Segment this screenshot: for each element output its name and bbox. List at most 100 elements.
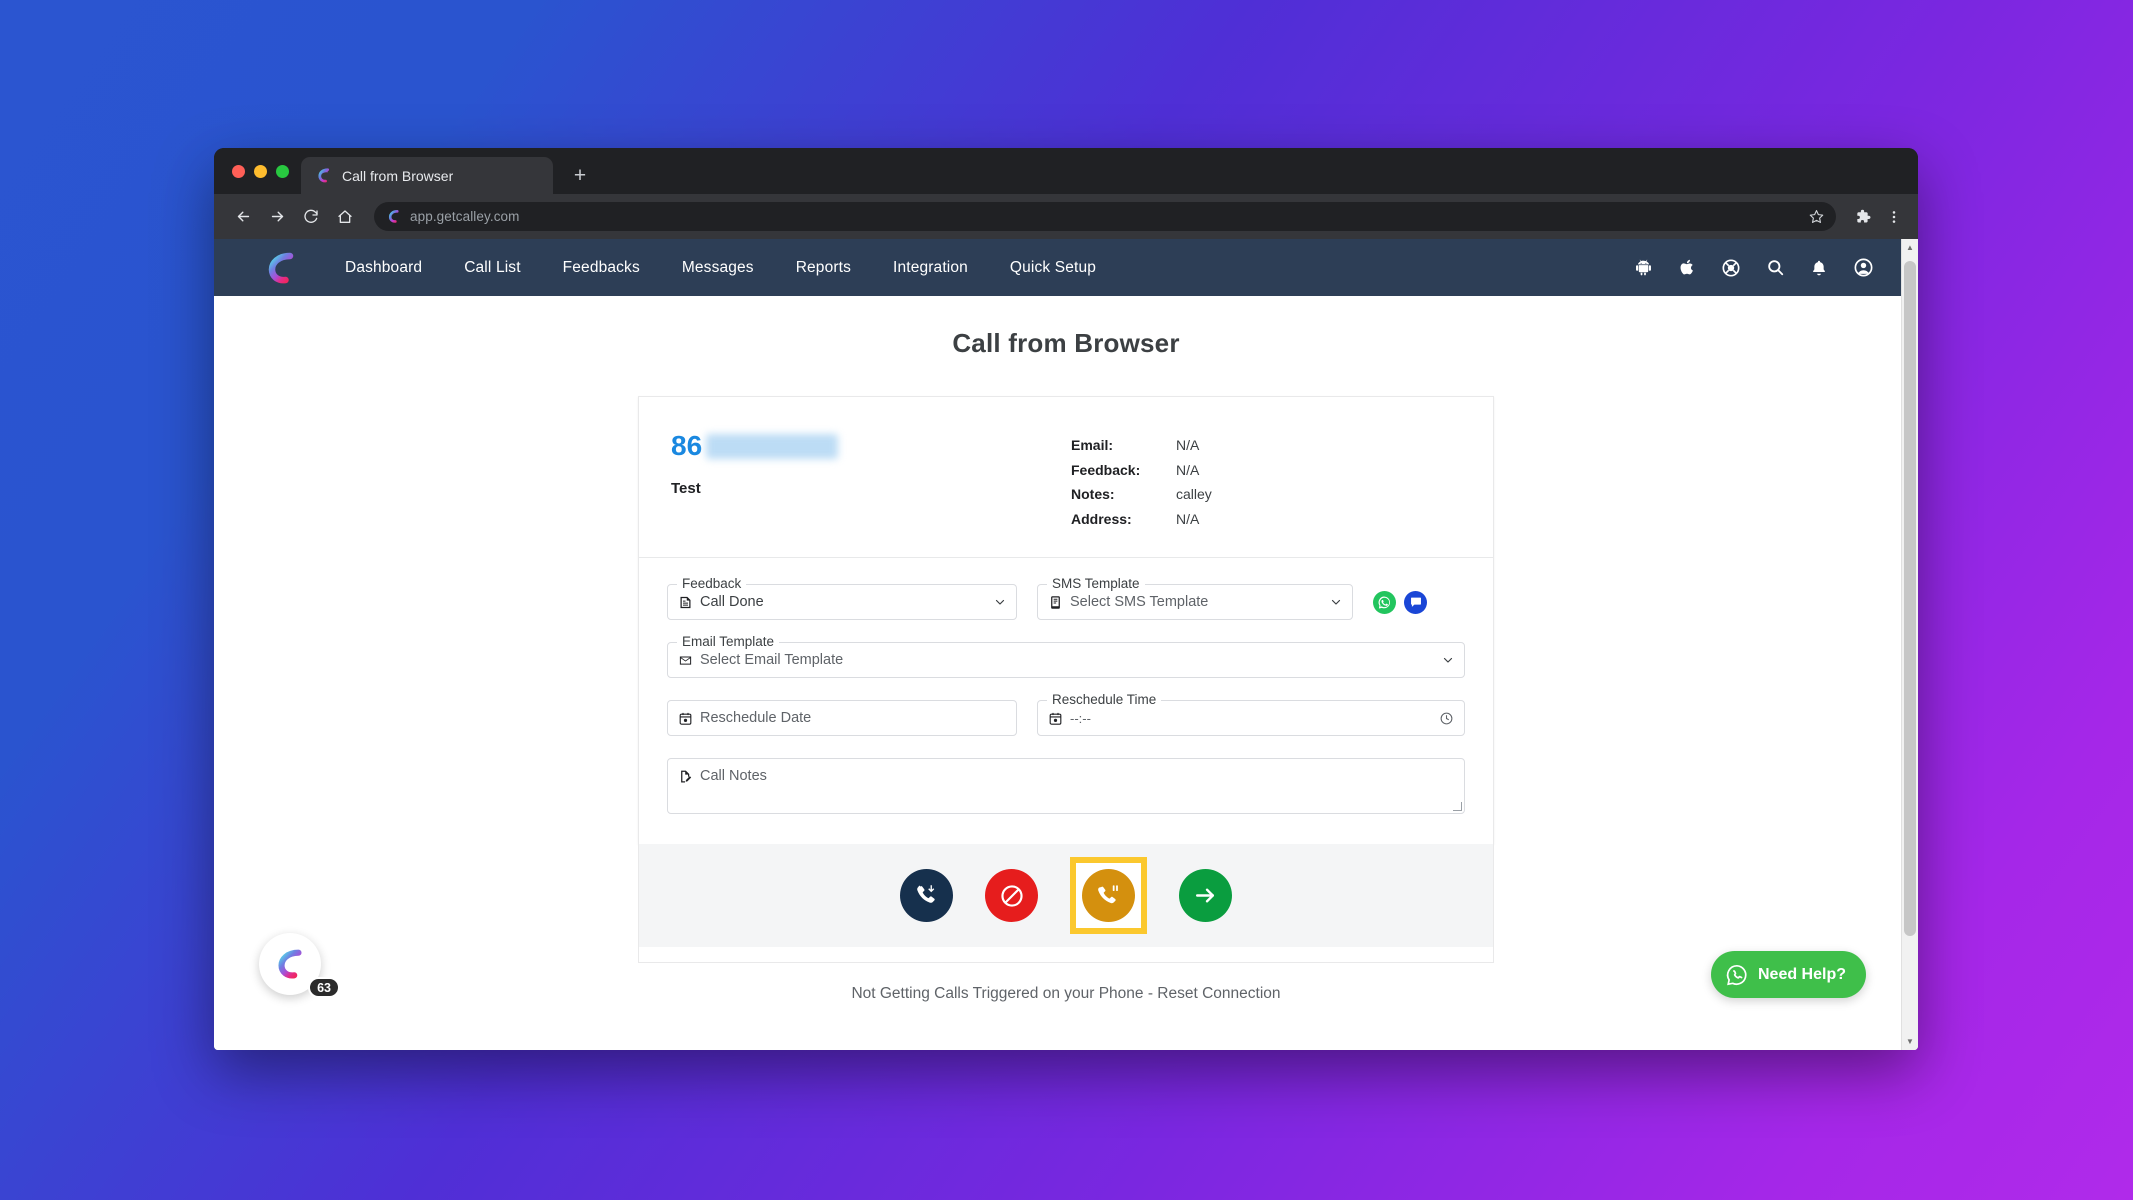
notes-pencil-icon — [678, 768, 694, 784]
calley-badge-count: 63 — [308, 977, 340, 998]
nav-item-reports[interactable]: Reports — [775, 259, 872, 277]
detail-row: Notes: calley — [1071, 482, 1453, 507]
calley-logo-icon — [386, 209, 401, 224]
reschedule-date-value: Reschedule Date — [700, 710, 811, 726]
chevron-down-icon[interactable] — [1330, 596, 1342, 608]
detail-row: Address: N/A — [1071, 507, 1453, 532]
contact-identity: 86 Test — [671, 429, 1071, 531]
call-notes-textarea[interactable]: Call Notes — [667, 758, 1465, 814]
forward-arrow-icon[interactable] — [262, 202, 292, 232]
whatsapp-icon — [1725, 963, 1749, 987]
address-bar-url: app.getcalley.com — [410, 209, 520, 224]
detail-row: Email: N/A — [1071, 433, 1453, 458]
detail-value-feedback: N/A — [1176, 458, 1199, 483]
phone-redacted-blur — [706, 434, 838, 459]
detail-label-feedback: Feedback: — [1071, 458, 1176, 483]
textarea-resize-handle[interactable] — [1453, 802, 1462, 811]
feedback-label: Feedback — [677, 576, 746, 591]
feedback-value: Call Done — [700, 594, 764, 610]
chevron-down-icon[interactable] — [1442, 654, 1454, 666]
account-circle-icon[interactable] — [1852, 257, 1874, 279]
call-now-button[interactable] — [900, 869, 953, 922]
android-icon[interactable] — [1632, 257, 1654, 279]
minimize-window-button[interactable] — [254, 165, 267, 178]
reschedule-date-input[interactable]: Reschedule Date — [667, 700, 1017, 736]
call-card-body: 86 Test Email: N/A Feedback: — [638, 396, 1494, 844]
address-bar[interactable]: app.getcalley.com — [374, 202, 1836, 231]
window-traffic-lights — [228, 148, 301, 194]
search-icon[interactable] — [1764, 257, 1786, 279]
feedback-select[interactable]: Feedback Call Done — [667, 584, 1017, 620]
reset-connection-link[interactable]: Not Getting Calls Triggered on your Phon… — [638, 985, 1494, 1003]
form-row: Feedback Call Done SMS Template — [667, 584, 1465, 620]
reload-icon[interactable] — [296, 202, 326, 232]
reschedule-time-value: --:-- — [1070, 711, 1091, 726]
browser-window: Call from Browser + — [214, 148, 1918, 1050]
call-hold-button-highlight — [1070, 857, 1147, 934]
detail-label-notes: Notes: — [1071, 482, 1176, 507]
calley-floating-widget[interactable]: 63 — [259, 933, 321, 995]
scroll-down-arrow[interactable]: ▼ — [1902, 1033, 1918, 1050]
email-template-select[interactable]: Email Template Select Email Template — [667, 642, 1465, 678]
detail-row: Feedback: N/A — [1071, 458, 1453, 483]
form-row: Email Template Select Email Template — [667, 642, 1465, 678]
sms-template-select[interactable]: SMS Template Select SMS Template — [1037, 584, 1353, 620]
detail-value-email: N/A — [1176, 433, 1199, 458]
scroll-up-arrow[interactable]: ▲ — [1902, 239, 1918, 256]
browser-tab-strip: Call from Browser + — [214, 148, 1918, 194]
calendar-icon — [678, 710, 694, 726]
sms-send-icon[interactable] — [1404, 591, 1427, 614]
browser-tab[interactable]: Call from Browser — [301, 157, 553, 194]
sms-template-label: SMS Template — [1047, 576, 1145, 591]
scrollbar-thumb[interactable] — [1904, 261, 1916, 936]
nav-item-dashboard[interactable]: Dashboard — [324, 259, 443, 277]
detail-label-address: Address: — [1071, 507, 1176, 532]
whatsapp-send-icon[interactable] — [1373, 591, 1396, 614]
calley-logo-icon[interactable] — [264, 251, 298, 285]
extensions-puzzle-icon[interactable] — [1848, 203, 1876, 231]
home-icon[interactable] — [330, 202, 360, 232]
calley-logo-icon — [274, 948, 306, 980]
contact-details: Email: N/A Feedback: N/A Notes: calley — [1071, 429, 1453, 531]
nav-item-feedbacks[interactable]: Feedbacks — [542, 259, 661, 277]
page-viewport: Dashboard Call List Feedbacks Messages R… — [214, 239, 1918, 1050]
chrome-menu-icon[interactable] — [1880, 203, 1908, 231]
sms-template-value: Select SMS Template — [1070, 594, 1208, 610]
reschedule-time-label: Reschedule Time — [1047, 692, 1161, 707]
close-window-button[interactable] — [232, 165, 245, 178]
bell-notification-icon[interactable] — [1808, 257, 1830, 279]
contact-phone: 86 — [671, 429, 1071, 463]
app-nav-links: Dashboard Call List Feedbacks Messages R… — [324, 259, 1117, 277]
lifebuoy-support-icon[interactable] — [1720, 257, 1742, 279]
chevron-down-icon[interactable] — [994, 596, 1006, 608]
sms-phone-icon — [1048, 594, 1064, 610]
calendar-icon — [1048, 710, 1064, 726]
maximize-window-button[interactable] — [276, 165, 289, 178]
feedback-form-icon — [678, 594, 694, 610]
new-tab-button[interactable]: + — [565, 160, 595, 190]
email-template-label: Email Template — [677, 634, 779, 649]
contact-name: Test — [671, 480, 1071, 497]
clock-icon[interactable] — [1439, 711, 1454, 726]
do-not-call-button[interactable] — [985, 869, 1038, 922]
calley-logo-icon — [315, 167, 332, 184]
back-arrow-icon[interactable] — [228, 202, 258, 232]
form-row: Call Notes — [667, 758, 1465, 814]
call-hold-button[interactable] — [1082, 869, 1135, 922]
page-title: Call from Browser — [214, 296, 1918, 359]
nav-item-quick-setup[interactable]: Quick Setup — [989, 259, 1117, 277]
app-navbar: Dashboard Call List Feedbacks Messages R… — [214, 239, 1918, 296]
message-send-buttons — [1373, 584, 1427, 620]
app-nav-icons — [1632, 257, 1892, 279]
call-form: Feedback Call Done SMS Template — [639, 558, 1493, 844]
nav-item-messages[interactable]: Messages — [661, 259, 775, 277]
apple-icon[interactable] — [1676, 257, 1698, 279]
bookmark-star-icon[interactable] — [1809, 209, 1824, 224]
nav-item-integration[interactable]: Integration — [872, 259, 989, 277]
need-help-label: Need Help? — [1758, 966, 1846, 984]
reschedule-time-input[interactable]: Reschedule Time --:-- — [1037, 700, 1465, 736]
page-scrollbar[interactable]: ▲ ▼ — [1901, 239, 1918, 1050]
next-call-button[interactable] — [1179, 869, 1232, 922]
need-help-button[interactable]: Need Help? — [1711, 951, 1866, 998]
nav-item-call-list[interactable]: Call List — [443, 259, 541, 277]
